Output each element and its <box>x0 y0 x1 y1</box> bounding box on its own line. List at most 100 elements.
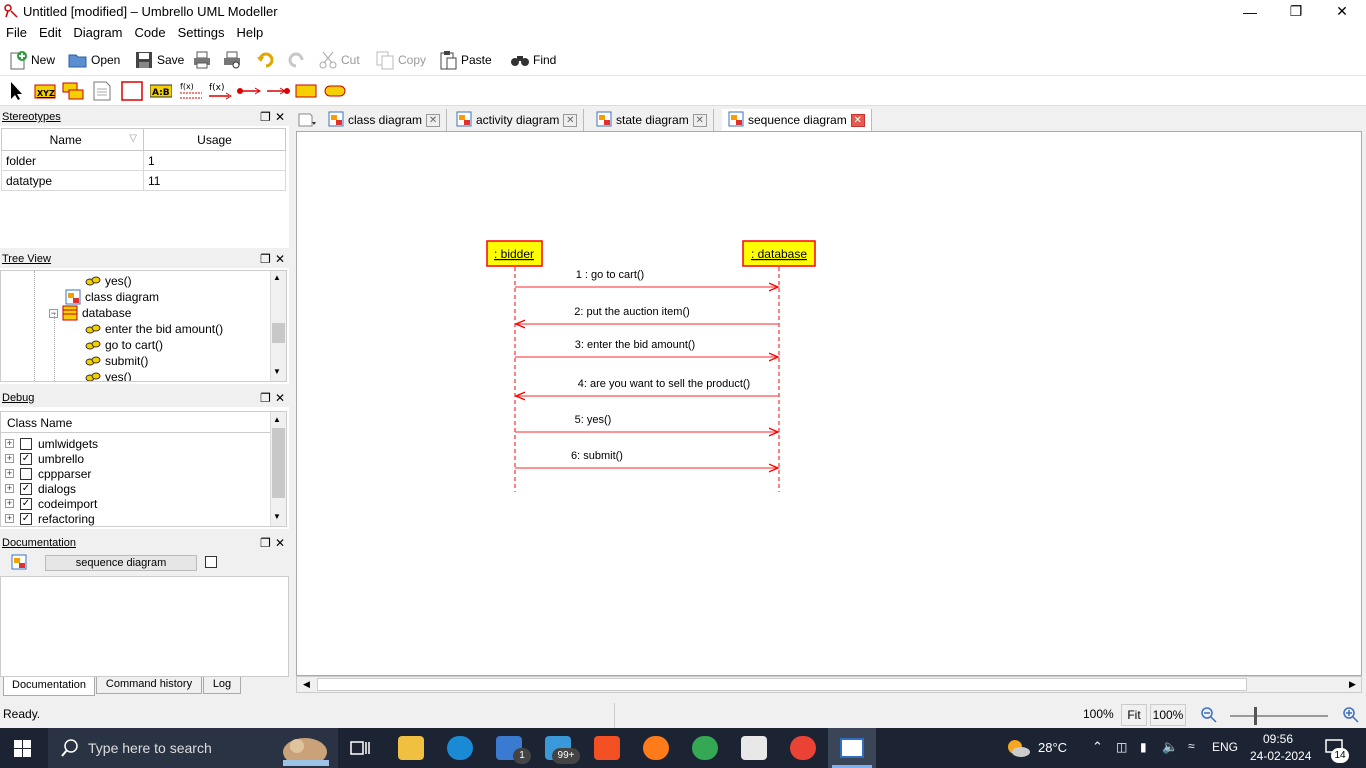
print-button[interactable] <box>192 48 212 72</box>
meet-now-icon[interactable]: ◫ <box>1116 740 1127 754</box>
fit-button[interactable]: Fit <box>1121 704 1147 726</box>
new-button[interactable]: New <box>8 48 55 72</box>
column-header-class-name[interactable]: Class Name <box>1 412 270 433</box>
close-icon[interactable]: ✕ <box>275 252 285 266</box>
tab-sequence-diagram[interactable]: sequence diagram ✕ <box>722 109 872 131</box>
zoom-slider[interactable] <box>1230 715 1328 717</box>
close-tab-icon[interactable]: ✕ <box>850 113 865 127</box>
message-1[interactable]: 1 : go to cart() <box>515 269 778 287</box>
object-database[interactable]: : database <box>742 240 816 267</box>
zoom-in-icon[interactable] <box>1342 706 1360 727</box>
clock-time[interactable]: 09:56 <box>1263 732 1293 746</box>
chevron-up-icon[interactable]: ⌃ <box>1092 739 1103 755</box>
copy-button[interactable]: Copy <box>375 48 426 72</box>
scroll-up-icon[interactable]: ▲ <box>273 273 281 282</box>
tree-item[interactable]: − database <box>49 305 131 321</box>
list-item[interactable]: + ✓ umbrello <box>5 451 84 466</box>
object-tool-icon[interactable]: XYZ <box>34 81 56 101</box>
box-tool-icon[interactable] <box>121 81 143 101</box>
scroll-thumb[interactable] <box>272 323 285 343</box>
language-indicator[interactable]: ENG <box>1212 740 1238 754</box>
menu-settings[interactable]: Settings <box>172 23 231 43</box>
message-5[interactable]: 5: yes() <box>515 414 778 432</box>
edge-browser-icon[interactable] <box>447 736 473 760</box>
scroll-down-icon[interactable]: ▼ <box>273 367 281 376</box>
battery-icon[interactable]: ▮ <box>1140 740 1147 754</box>
column-header-name[interactable]: Name ▽ <box>1 128 144 151</box>
lost-message-tool-icon[interactable] <box>265 81 291 101</box>
expand-icon[interactable]: + <box>5 499 14 508</box>
message-2[interactable]: 2: put the auction item() <box>516 306 779 324</box>
scroll-right-icon[interactable]: ▶ <box>1349 679 1356 690</box>
tree-item[interactable]: go to cart() <box>85 337 163 353</box>
print-preview-button[interactable] <box>222 48 242 72</box>
list-item[interactable]: + ✓ codeimport <box>5 496 97 511</box>
checkbox[interactable] <box>20 437 32 450</box>
close-icon[interactable]: ✕ <box>275 110 285 124</box>
table-row[interactable]: datatype 11 <box>1 170 286 191</box>
tab-log[interactable]: Log <box>203 677 241 694</box>
message-sync-tool-icon[interactable]: f(x) <box>178 81 204 101</box>
tab-activity-diagram[interactable]: activity diagram ✕ <box>450 109 585 131</box>
close-tab-icon[interactable]: ✕ <box>692 113 707 127</box>
combined-fragment-tool-icon[interactable] <box>324 81 346 101</box>
tab-class-diagram[interactable]: class diagram ✕ <box>322 109 448 131</box>
find-button[interactable]: Find <box>510 48 556 72</box>
minimize-button[interactable]: — <box>1227 0 1273 23</box>
menu-file[interactable]: File <box>0 23 33 43</box>
menu-help[interactable]: Help <box>231 23 270 43</box>
redo-button[interactable] <box>286 48 306 72</box>
zoom-out-icon[interactable] <box>1200 706 1218 727</box>
tree-item[interactable]: submit() <box>85 353 148 369</box>
new-diagram-dropdown-icon[interactable] <box>298 111 318 130</box>
volume-muted-icon[interactable]: 🔈 <box>1162 739 1178 755</box>
weather-icon[interactable] <box>1005 737 1031 762</box>
menu-code[interactable]: Code <box>128 23 171 43</box>
message-async-tool-icon[interactable]: f(x) <box>207 81 233 101</box>
table-row[interactable]: folder 1 <box>1 150 286 171</box>
zoom-100-button[interactable]: 100% <box>1150 704 1186 726</box>
undo-button[interactable] <box>256 48 276 72</box>
expand-icon[interactable]: + <box>5 469 14 478</box>
message-6[interactable]: 6: submit() <box>515 450 778 468</box>
task-view-icon[interactable] <box>350 739 370 760</box>
zoom-slider-handle[interactable] <box>1254 707 1257 725</box>
scroll-thumb[interactable] <box>317 678 1247 691</box>
firefox-icon[interactable] <box>643 736 669 760</box>
microsoft-store-icon[interactable] <box>594 736 620 760</box>
note-tool-icon[interactable] <box>91 81 113 101</box>
chrome-icon[interactable] <box>692 736 718 760</box>
debug-scrollbar[interactable]: ▲ ▼ <box>270 412 286 526</box>
object-multi-tool-icon[interactable] <box>62 81 84 101</box>
menu-edit[interactable]: Edit <box>33 23 67 43</box>
scroll-left-icon[interactable]: ◀ <box>303 679 310 690</box>
expand-icon[interactable]: + <box>5 514 14 523</box>
scroll-up-icon[interactable]: ▲ <box>273 415 281 424</box>
list-item[interactable]: + ✓ dialogs <box>5 481 76 496</box>
checkbox-checked[interactable]: ✓ <box>20 512 32 525</box>
checkbox-checked[interactable]: ✓ <box>20 452 32 465</box>
list-item[interactable]: + umlwidgets <box>5 436 98 451</box>
windows-start-icon[interactable] <box>14 740 32 761</box>
message-3[interactable]: 3: enter the bid amount() <box>515 339 778 357</box>
list-item[interactable]: + ✓ refactoring <box>5 511 95 526</box>
clock-date[interactable]: 24-02-2024 <box>1250 749 1311 763</box>
tab-command-history[interactable]: Command history <box>96 677 202 694</box>
expand-icon[interactable]: + <box>5 454 14 463</box>
tab-documentation[interactable]: Documentation <box>3 677 95 696</box>
checkbox-checked[interactable]: ✓ <box>20 482 32 495</box>
canvas-scrollbar[interactable]: ◀ ▶ <box>296 676 1362 693</box>
close-tab-icon[interactable]: ✕ <box>426 113 441 127</box>
file-explorer-icon[interactable] <box>398 736 424 760</box>
wifi-icon[interactable]: ≈ <box>1188 739 1195 753</box>
select-arrow-icon[interactable] <box>6 81 28 101</box>
list-item[interactable]: + cppparser <box>5 466 91 481</box>
expand-icon[interactable]: + <box>5 484 14 493</box>
float-icon[interactable]: ❐ <box>260 110 271 124</box>
menu-diagram[interactable]: Diagram <box>67 23 128 43</box>
restore-button[interactable]: ❐ <box>1273 0 1319 23</box>
scroll-thumb[interactable] <box>272 428 285 498</box>
expand-icon[interactable]: + <box>5 439 14 448</box>
precondition-tool-icon[interactable] <box>295 81 317 101</box>
text-tool-icon[interactable]: A:B <box>149 81 173 101</box>
